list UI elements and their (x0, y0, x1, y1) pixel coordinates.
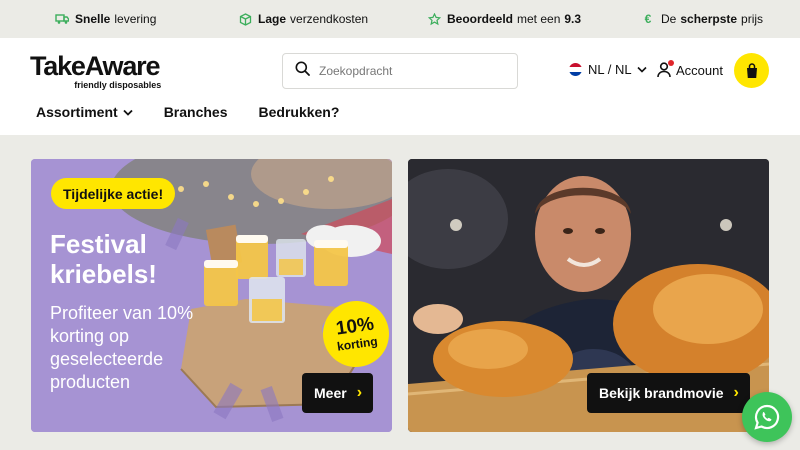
usp-bold: Beoordeeld (447, 12, 514, 26)
search-icon[interactable] (295, 61, 310, 81)
usp-rating: Beoordeeld met een 9.3 (427, 0, 585, 38)
usp-bold: Snelle (75, 12, 111, 26)
language-label: NL / NL (588, 62, 632, 77)
euro-icon: € (644, 12, 652, 26)
chevron-down-icon (637, 66, 647, 73)
account-link[interactable]: Account (657, 60, 723, 78)
usp-price: € De scherpste prijs (641, 0, 763, 38)
usp-bold: Lage (258, 12, 287, 26)
chevron-right-icon: › (356, 384, 363, 401)
usp-fast-delivery: Snelle levering (55, 0, 156, 38)
usp-text: levering (114, 12, 157, 26)
usp-prefix: De (661, 12, 677, 26)
banner-text: Profiteer van 10% korting op geselecteer… (50, 303, 194, 392)
more-button-label: Meer (314, 385, 347, 401)
whatsapp-chat-button[interactable] (742, 392, 792, 442)
nav-item-assortiment[interactable]: Assortiment (36, 104, 133, 120)
promo-badge: Tijdelijke actie! (51, 178, 176, 209)
search-box[interactable] (282, 53, 518, 89)
chevron-down-icon (123, 109, 133, 116)
whatsapp-icon (754, 404, 780, 430)
logo[interactable]: TakeAware friendly disposables (30, 51, 161, 90)
site-header: TakeAware friendly disposables NL / NL A… (0, 38, 800, 135)
account-label: Account (676, 62, 723, 78)
language-selector[interactable]: NL / NL (569, 62, 647, 77)
nav-item-label: Branches (163, 104, 228, 120)
usp-text: met een (517, 12, 561, 26)
usp-bold: scherpste (680, 12, 738, 26)
shopping-bag-icon (746, 62, 757, 78)
chevron-right-icon: › (733, 384, 739, 401)
main-nav: Assortiment Branches Bedrukken? (36, 104, 370, 120)
search-input[interactable] (319, 64, 499, 78)
usp-rating-value: 9.3 (564, 12, 582, 26)
netherlands-flag-icon (569, 63, 582, 76)
usp-bar: Snelle levering Lage verzendkosten Beoorde… (0, 0, 800, 38)
box-icon (238, 12, 252, 26)
more-button[interactable]: Meer › (302, 373, 373, 413)
nav-item-label: Assortiment (36, 104, 118, 120)
promo-banner-brandmovie[interactable]: Bekijk brandmovie › (408, 159, 769, 432)
notification-dot (668, 60, 674, 66)
usp-text: prijs (741, 12, 764, 26)
promo-banner-festival[interactable]: Tijdelijke actie! Festival kriebels! Pro… (31, 159, 392, 432)
brandmovie-button-label: Bekijk brandmovie (599, 385, 724, 401)
nav-item-branches[interactable]: Branches (164, 104, 228, 120)
nav-item-label: Bedrukken? (258, 104, 340, 120)
usp-text: verzendkosten (290, 12, 369, 26)
truck-icon (55, 12, 69, 26)
user-icon (657, 60, 674, 78)
usp-low-shipping: Lage verzendkosten (238, 0, 368, 38)
cart-button[interactable] (734, 53, 769, 88)
star-icon (427, 12, 441, 26)
logo-tagline: friendly disposables (74, 80, 162, 90)
nav-item-bedrukken[interactable]: Bedrukken? (259, 104, 340, 120)
logo-wordmark: TakeAware (30, 51, 160, 81)
watch-brandmovie-button[interactable]: Bekijk brandmovie › (587, 373, 750, 413)
banner-title: Festival kriebels! (50, 229, 157, 289)
